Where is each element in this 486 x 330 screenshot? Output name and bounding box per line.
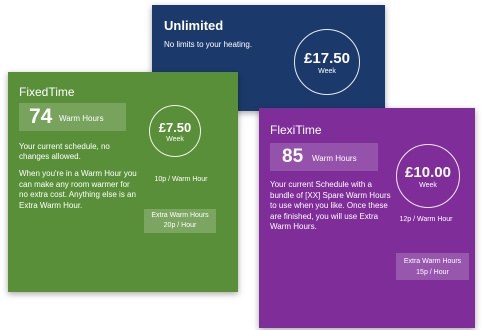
fixedtime-plan-card[interactable]: FixedTime 74 Warm Hours Your current sch… — [8, 72, 238, 292]
warm-hours-label: Warm Hours — [59, 114, 104, 123]
plan-title: FlexiTime — [270, 123, 322, 137]
plan-description: Your current schedule, no changes allowe… — [19, 142, 110, 161]
plan-price: £17.50 — [304, 50, 350, 67]
price-period: Week — [419, 182, 437, 189]
warm-hour-rate: 12p / Warm Hour — [399, 216, 453, 223]
extra-warm-hours-label: Extra Warm Hours — [403, 258, 462, 265]
price-circle: £17.50 Week — [294, 29, 360, 95]
warm-hours-label: Warm Hours — [312, 154, 357, 163]
price-period: Week — [318, 68, 336, 75]
warm-hours-badge: 74 Warm Hours — [19, 103, 126, 131]
extra-warm-hours-label: Extra Warm Hours — [151, 212, 209, 219]
plan-price: £7.50 — [158, 120, 192, 135]
warm-hours-count: 85 — [282, 146, 304, 167]
warm-hours-count: 74 — [29, 105, 53, 128]
extra-warm-hours-rate: 15p / Hour — [416, 269, 449, 276]
price-period: Week — [166, 136, 184, 143]
plan-description: No limits to your heating. — [164, 40, 253, 49]
price-circle: £10.00 Week — [396, 144, 460, 208]
flexitime-plan-card[interactable]: FlexiTime 85 Warm Hours Your current Sch… — [259, 108, 475, 328]
warm-hours-badge: 85 Warm Hours — [270, 143, 378, 171]
extra-warm-hours-rate: 20p / Hour — [163, 222, 197, 229]
plan-title: Unlimited — [164, 18, 224, 33]
plan-description-detail: When you're in a Warm Hour you can make … — [19, 169, 137, 210]
plan-description: Your current Schedule with a bundle of [… — [270, 180, 391, 231]
extra-warm-hours-box: Extra Warm Hours 20p / Hour — [144, 209, 216, 233]
plan-title: FixedTime — [19, 85, 75, 99]
warm-hour-rate: 10p / Warm Hour — [154, 176, 208, 183]
plan-price: £10.00 — [405, 164, 451, 181]
price-circle: £7.50 Week — [149, 105, 201, 157]
extra-warm-hours-box: Extra Warm Hours 15p / Hour — [396, 253, 469, 280]
